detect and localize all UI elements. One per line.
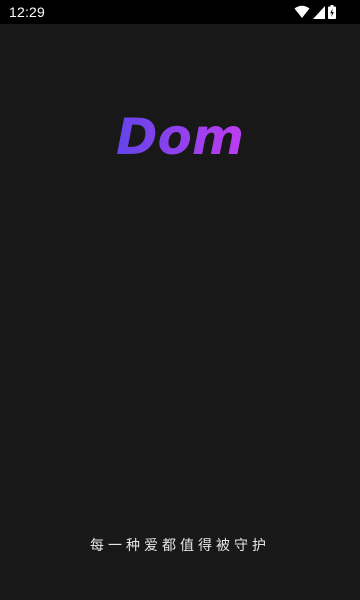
app-logo-text: Dom xyxy=(116,108,244,166)
battery-charging-icon xyxy=(328,5,336,19)
cellular-signal-icon xyxy=(313,5,325,19)
slogan-text: 每一种爱都值得被守护 xyxy=(90,538,270,554)
app-logo: Dom xyxy=(116,108,244,166)
status-icons xyxy=(294,4,336,20)
status-bar: 12:29 xyxy=(0,0,360,24)
status-time: 12:29 xyxy=(9,4,46,20)
wifi-icon xyxy=(294,5,310,19)
